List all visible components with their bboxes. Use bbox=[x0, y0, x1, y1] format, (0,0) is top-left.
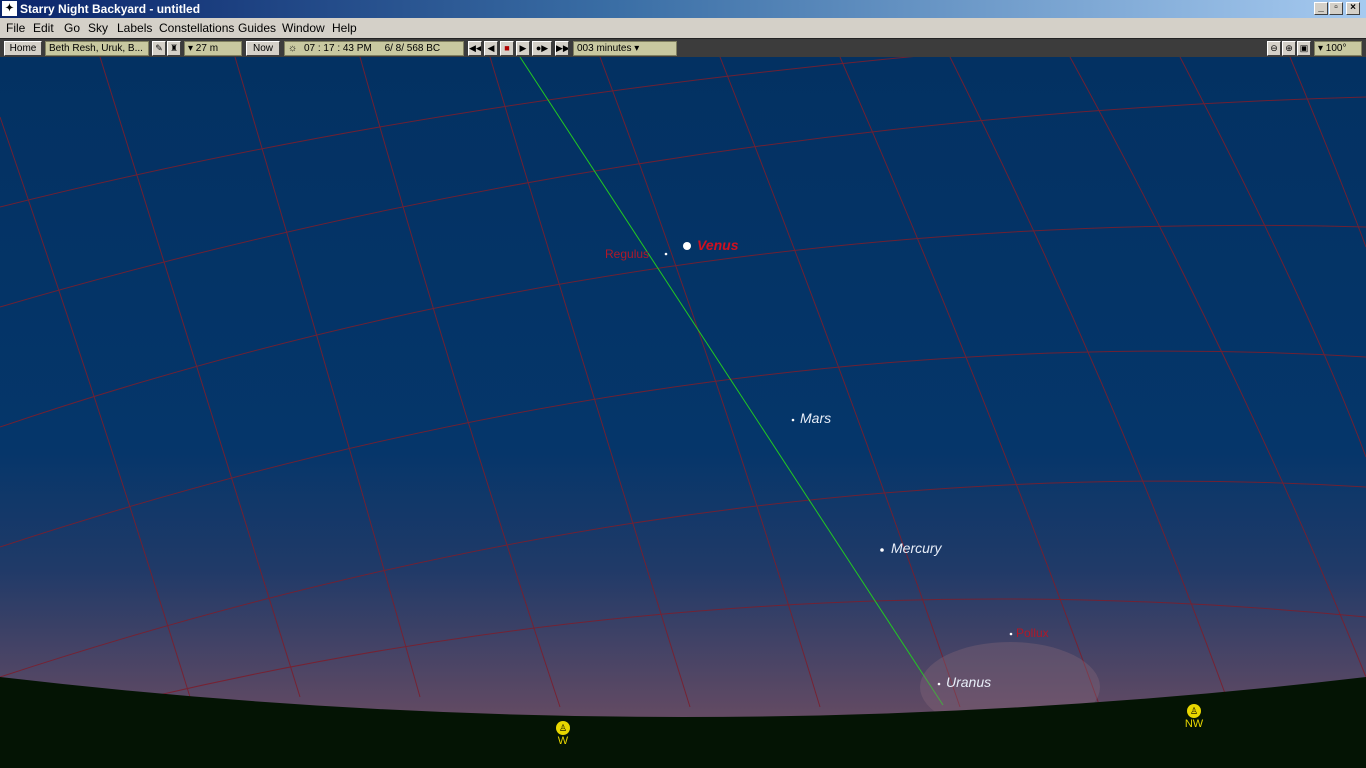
compass-icon: ♙ bbox=[1187, 704, 1201, 718]
compass-nw[interactable]: ♙ NW bbox=[1179, 704, 1209, 730]
datetime-field[interactable]: ☼ 07 : 17 : 43 PM 6/ 8/ 568 BC bbox=[284, 41, 464, 56]
menu-edit[interactable]: Edit bbox=[33, 21, 54, 35]
elevation-field[interactable]: ▾ 27 m bbox=[184, 41, 242, 56]
rewind-icon[interactable]: ◀◀ bbox=[468, 41, 482, 56]
venus-marker bbox=[683, 242, 691, 250]
telescope-icon[interactable]: ♜ bbox=[167, 41, 181, 56]
menu-window[interactable]: Window bbox=[282, 21, 325, 35]
pencil-icon[interactable]: ✎ bbox=[152, 41, 166, 56]
title-bar: ✦ Starry Night Backyard - untitled _ ▫ × bbox=[0, 0, 1366, 18]
grid-line bbox=[0, 224, 1366, 428]
grid-line bbox=[719, 57, 961, 708]
regulus-marker bbox=[664, 252, 668, 256]
pollux-marker bbox=[1009, 632, 1013, 636]
uranus-label[interactable]: Uranus bbox=[946, 674, 991, 690]
mars-marker bbox=[791, 418, 795, 422]
grid-line bbox=[99, 57, 301, 698]
grid-line bbox=[149, 598, 1366, 698]
app-icon: ✦ bbox=[2, 1, 17, 16]
play-icon[interactable]: ▶ bbox=[516, 41, 530, 56]
mercury-marker bbox=[880, 548, 884, 552]
time-field[interactable]: 07 : 17 : 43 PM bbox=[304, 43, 372, 54]
menu-guides[interactable]: Guides bbox=[238, 21, 276, 35]
compass-nw-label: NW bbox=[1184, 718, 1204, 730]
time-step-dropdown[interactable]: 003 minutes ▾ bbox=[573, 41, 677, 56]
minimize-button[interactable]: _ bbox=[1314, 2, 1328, 15]
ecliptic-line bbox=[519, 57, 944, 706]
grid-line bbox=[1069, 57, 1366, 678]
mercury-label[interactable]: Mercury bbox=[891, 540, 942, 556]
compass-w-label: W bbox=[557, 735, 569, 747]
fast-forward-icon[interactable]: ▶▶ bbox=[555, 41, 569, 56]
uranus-marker bbox=[937, 682, 941, 686]
regulus-label[interactable]: Regulus bbox=[605, 247, 649, 261]
grid-line bbox=[0, 116, 191, 698]
grid-line bbox=[949, 57, 1231, 708]
home-button[interactable]: Home bbox=[4, 41, 42, 56]
window-title: Starry Night Backyard - untitled bbox=[20, 2, 201, 16]
venus-label[interactable]: Venus bbox=[697, 237, 739, 253]
grid-line bbox=[0, 480, 1366, 678]
fit-view-icon[interactable]: ▣ bbox=[1297, 41, 1311, 56]
ground bbox=[0, 677, 1366, 768]
mars-label[interactable]: Mars bbox=[800, 410, 831, 426]
menu-labels[interactable]: Labels bbox=[117, 21, 152, 35]
grid-line bbox=[359, 57, 561, 708]
grid-line bbox=[1179, 57, 1366, 458]
grid-line bbox=[839, 57, 1101, 708]
menu-constellations[interactable]: Constellations bbox=[159, 21, 234, 35]
menu-bar: File Edit Go Sky Labels Constellations G… bbox=[0, 18, 1366, 38]
menu-file[interactable]: File bbox=[6, 21, 25, 35]
grid-line bbox=[489, 57, 691, 708]
grid-line bbox=[0, 57, 915, 208]
compass-icon: ♙ bbox=[556, 721, 570, 735]
menu-sky[interactable]: Sky bbox=[88, 21, 108, 35]
restore-button[interactable]: ▫ bbox=[1329, 2, 1343, 15]
zoom-out-icon[interactable]: ⊖ bbox=[1267, 41, 1281, 56]
grid-line bbox=[0, 350, 1366, 548]
compass-w[interactable]: ♙ W bbox=[548, 721, 578, 747]
stop-icon[interactable]: ■ bbox=[500, 41, 514, 56]
grid-line bbox=[234, 57, 421, 698]
now-button[interactable]: Now bbox=[246, 41, 280, 56]
grid-line bbox=[0, 96, 1366, 308]
sun-icon: ☼ bbox=[288, 43, 298, 54]
toolbar: Home Beth Resh, Uruk, B... ✎ ♜ ▾ 27 m No… bbox=[0, 38, 1366, 58]
grid-line bbox=[1289, 57, 1366, 248]
pollux-label[interactable]: Pollux bbox=[1016, 626, 1049, 640]
sky-view[interactable]: Venus Regulus Mars Mercury Uranus Pollux… bbox=[0, 57, 1366, 768]
sky-grid bbox=[0, 57, 1366, 768]
field-of-view-dropdown[interactable]: ▾ 100° bbox=[1314, 41, 1362, 56]
step-forward-icon[interactable]: ●▶ bbox=[532, 41, 552, 56]
step-back-icon[interactable]: ◀ bbox=[484, 41, 498, 56]
menu-go[interactable]: Go bbox=[64, 21, 80, 35]
zoom-in-icon[interactable]: ⊕ bbox=[1282, 41, 1296, 56]
date-field[interactable]: 6/ 8/ 568 BC bbox=[385, 43, 441, 54]
close-button[interactable]: × bbox=[1346, 2, 1360, 15]
location-field[interactable]: Beth Resh, Uruk, B... bbox=[45, 41, 149, 56]
menu-help[interactable]: Help bbox=[332, 21, 357, 35]
